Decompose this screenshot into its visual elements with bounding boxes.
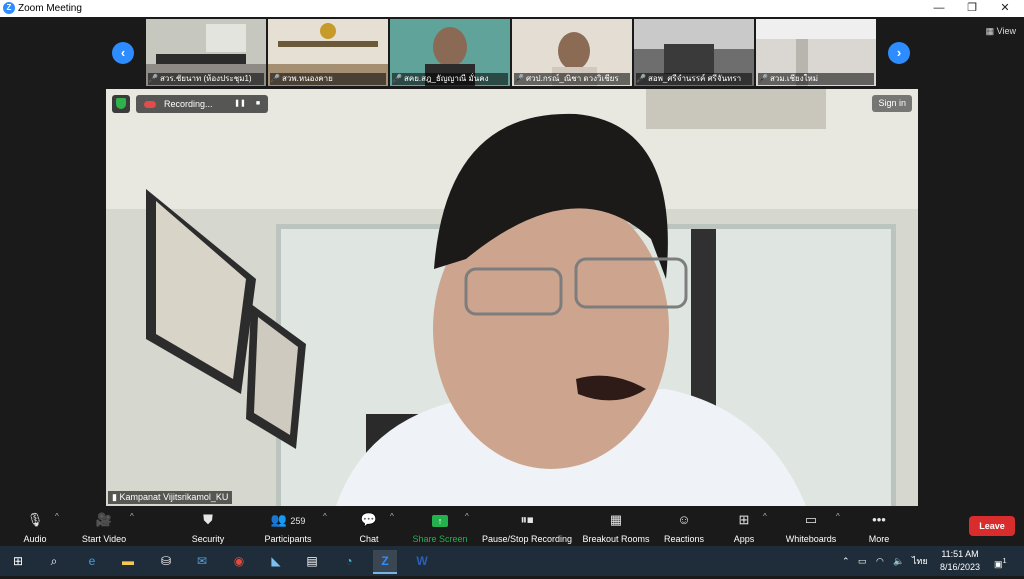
chevron-up-icon[interactable]: ^ [323,512,327,521]
participant-name: 🎤 สวพ.หนองคาย [270,73,386,85]
cloud-record-icon [144,101,156,108]
breakout-rooms-button[interactable]: ▦ Breakout Rooms [582,506,650,546]
chevron-up-icon[interactable]: ^ [836,512,840,521]
chevron-right-icon[interactable]: › [888,42,910,64]
ellipsis-icon: ••• [872,512,886,527]
chevron-up-icon[interactable]: ^ [465,512,469,521]
system-clock[interactable]: 11:51 AM 8/16/2023 [938,548,982,574]
participant-tile[interactable]: 🎤 สคย.สฎ_ธัญญาณี มั่นคง [390,19,510,86]
chevron-up-icon[interactable]: ^ [390,512,394,521]
view-button[interactable]: ▦ View [986,26,1016,37]
audio-button[interactable]: 🎙 Audio [14,506,56,546]
calculator-icon[interactable]: ▤ [300,550,324,572]
wifi-icon[interactable]: ◠ [876,546,884,576]
remote-app-icon[interactable]: ◣ [264,550,288,572]
apps-icon: ⊞ [738,512,750,527]
mic-muted-icon: 🎤 [758,74,768,83]
mic-muted-icon: 🎤 [514,74,524,83]
participant-name: 🎤 สอพ_ศรีจำนรรค์ ศรีจันทรา [636,73,752,85]
participants-count: 259 [290,516,306,526]
shield-icon: ⛊ [203,512,213,527]
grid-icon: ▦ [985,26,997,36]
participant-name: 🎤 สคย.สฎ_ธัญญาณี มั่นคง [392,73,508,85]
participant-tile[interactable]: 🎤 ศวป.กรณ์_ณิชา ดวงวิเชียร [512,19,632,86]
security-button[interactable]: ⛊ Security [186,506,230,546]
participant-tile[interactable]: 🎤 สวร.ชัยนาท (ห้องประชุม1) [146,19,266,86]
apps-button[interactable]: ⊞ Apps [728,506,760,546]
speaker-name-label: ▮ Kampanat Vijitsrikamol_KU [108,491,233,504]
close-button[interactable]: ✕ [988,0,1022,17]
store-icon[interactable]: ⛁ [154,550,178,572]
participant-name: 🎤 สวร.ชัยนาท (ห้องประชุม1) [148,73,264,85]
chevron-up-icon[interactable]: ^ [130,512,134,521]
chat-button[interactable]: 💬 Chat [352,506,386,546]
recording-label: Recording... [164,99,213,109]
participant-name: 🎤 ศวป.กรณ์_ณิชา ดวงวิเชียร [514,73,630,85]
chevron-up-icon[interactable]: ⌃ [842,546,850,576]
file-explorer-icon[interactable]: ▬ [116,550,140,572]
chevron-left-icon[interactable]: ‹ [112,42,134,64]
more-button[interactable]: ••• More [862,506,896,546]
participant-tile[interactable]: 🎤 สวพ.หนองคาย [268,19,388,86]
chrome-icon[interactable]: ◉ [227,550,251,572]
video-off-icon: 🎥 [95,512,113,527]
participant-tile[interactable]: 🎤 สอพ_ศรีจำนรรค์ ศรีจันทรา [634,19,754,86]
reactions-button[interactable]: ☺ Reactions [662,506,706,546]
view-label: View [996,26,1016,36]
participant-tile[interactable]: 🎤 สวม.เชียงใหม่ [756,19,876,86]
speaker-video-feed [106,89,918,506]
leave-button[interactable]: Leave [969,516,1015,536]
active-speaker-video: Recording... ❚❚ ■ Sign in ▮ Kampanat Vij… [106,89,918,506]
mic-muted-icon: 🎤 [148,74,158,83]
chevron-up-icon[interactable]: ^ [763,512,767,521]
clock-date: 8/16/2023 [939,562,981,572]
battery-icon[interactable]: ▭ [858,546,867,576]
share-screen-button[interactable]: ↑ Share Screen [410,506,470,546]
internet-explorer-icon[interactable]: e [80,550,104,572]
clock-time: 11:51 AM [941,549,979,559]
people-icon: 👥 259 [270,512,306,527]
participant-name: 🎤 สวม.เชียงใหม่ [758,73,874,85]
notification-icon[interactable]: ▣1 [994,546,1007,576]
word-icon[interactable]: W [410,550,434,572]
minimize-button[interactable]: — [922,0,956,17]
whiteboards-button[interactable]: ▭ Whiteboards [782,506,840,546]
meeting-toolbar: 🎙 Audio ^ 🎥 Start Video ^ ⛊ Security 👥 259 P… [0,506,1024,546]
input-language[interactable]: ไทย [912,546,928,576]
microphone-icon: 🎙 [26,512,44,527]
window-title: Zoom Meeting [18,3,82,14]
zoom-taskbar-icon[interactable]: Z [373,550,397,574]
windows-taskbar: ⊞ ⌕ e ▬ ⛁ ✉ ◉ ◣ ▤ ◔ Z W ⌃ ▭ ◠ 🔈 ไทย 11:5… [0,546,1024,576]
sign-in-button[interactable]: Sign in [872,95,912,112]
smiley-icon: ☺ [677,512,691,527]
restore-button[interactable]: ❐ [955,0,989,17]
mic-muted-icon: 🎤 [270,74,280,83]
windows-start-icon[interactable]: ⊞ [6,550,30,572]
mail-icon[interactable]: ✉ [190,550,214,572]
chevron-up-icon[interactable]: ^ [55,512,59,521]
chat-icon: 💬 [360,512,378,527]
start-video-button[interactable]: 🎥 Start Video [76,506,132,546]
stop-icon[interactable]: ■ [252,98,264,110]
grid-icon: ▦ [609,512,623,527]
edge-icon[interactable]: ◔ [337,550,361,572]
shield-icon[interactable] [112,95,130,113]
speaker-muted-icon[interactable]: 🔈 [893,546,904,576]
search-icon[interactable]: ⌕ [42,550,66,572]
pause-icon[interactable]: ❚❚ [234,98,246,110]
participants-button[interactable]: 👥 259 Participants [260,506,316,546]
share-screen-icon: ↑ [410,512,470,528]
notification-count: 1 [1002,556,1007,565]
mic-muted-icon: 🎤 [392,74,402,83]
title-bar: Z Zoom Meeting — ❐ ✕ [0,0,1024,17]
pause-stop-icon: ⏸⏹ [520,512,534,527]
recording-indicator: Recording... ❚❚ ■ [136,95,268,113]
zoom-logo-icon: Z [3,2,15,14]
mic-muted-icon: 🎤 [636,74,646,83]
pause-stop-recording-button[interactable]: ⏸⏹ Pause/Stop Recording [482,506,572,546]
whiteboard-icon: ▭ [804,512,818,527]
